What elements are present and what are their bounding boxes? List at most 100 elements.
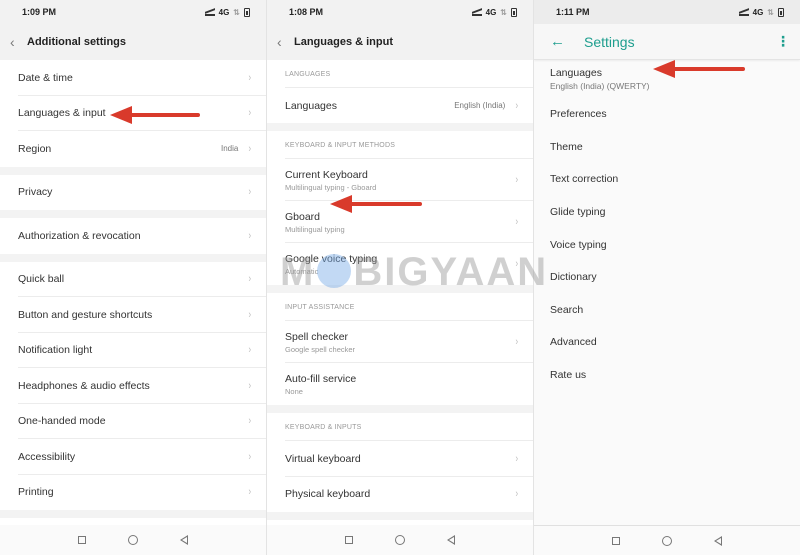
languages-value: English (India) — [454, 101, 506, 110]
list-item-accessibility[interactable]: Accessibility › — [0, 439, 266, 475]
status-bar: 1:09 PM 4G ⇅ — [0, 0, 266, 24]
battery-icon — [511, 7, 517, 17]
battery-icon — [244, 7, 250, 17]
chevron-right-icon: › — [248, 229, 252, 242]
list-item-button-gesture[interactable]: Button and gesture shortcuts › — [0, 297, 266, 333]
status-time: 1:09 PM — [22, 7, 57, 17]
divider — [0, 210, 266, 218]
languages-input-screen: 1:08 PM 4G ⇅ ‹ Languages & input LANGUAG… — [267, 0, 533, 555]
chevron-right-icon: › — [248, 415, 252, 428]
divider — [0, 510, 266, 518]
settings-list: LANGUAGES Languages English (India) › KEYB… — [267, 60, 533, 548]
region-value: India — [220, 144, 239, 154]
chevron-right-icon: › — [248, 186, 252, 199]
list-item-virtual-keyboard[interactable]: Virtual keyboard › — [267, 441, 533, 477]
list-item-advanced[interactable]: Advanced — [534, 326, 800, 359]
status-bar: 1:08 PM 4G ⇅ — [267, 0, 533, 24]
list-item-glide-typing[interactable]: Glide typing — [534, 196, 800, 229]
list-item-languages[interactable]: Languages English (India) › — [267, 88, 533, 123]
signal-icon — [204, 9, 215, 16]
chevron-right-icon: › — [248, 107, 252, 120]
status-time: 1:11 PM — [556, 7, 590, 17]
list-item-quick-ball[interactable]: Quick ball › — [0, 261, 266, 297]
signal-icon — [471, 9, 482, 16]
chevron-right-icon: › — [248, 308, 252, 321]
list-item-current-keyboard[interactable]: Current Keyboard Multilingual typing - Gb… — [267, 159, 533, 201]
recents-button[interactable] — [612, 536, 620, 545]
list-item-spell-checker[interactable]: Spell checker Google spell checker › — [267, 321, 533, 363]
chevron-right-icon: › — [248, 379, 252, 392]
settings-list: Languages English (India) (QWERTY) Prefer… — [534, 60, 800, 391]
nav-bar — [267, 525, 533, 555]
battery-icon — [778, 7, 784, 17]
list-item-region[interactable]: Region India › — [0, 131, 266, 167]
status-bar: 1:11 PM 4G ⇅ — [534, 0, 800, 24]
list-item-rate-us[interactable]: Rate us — [534, 359, 800, 392]
divider — [267, 405, 533, 413]
back-button[interactable] — [714, 535, 722, 546]
back-icon[interactable]: ‹ — [277, 34, 294, 50]
home-button[interactable] — [128, 535, 138, 545]
divider — [0, 166, 266, 175]
list-item-autofill[interactable]: Auto-fill service None — [267, 363, 533, 405]
app-bar: ← Settings ⋮ — [534, 24, 800, 60]
list-item-privacy[interactable]: Privacy › — [0, 174, 266, 210]
annotation-arrow-languages-input — [110, 106, 200, 124]
chevron-right-icon: › — [248, 142, 252, 155]
annotation-arrow-languages — [653, 60, 745, 78]
list-item-headphones[interactable]: Headphones & audio effects › — [0, 368, 266, 404]
list-item-physical-keyboard[interactable]: Physical keyboard › — [267, 476, 533, 512]
back-arrow-icon[interactable]: ← — [544, 33, 584, 50]
additional-settings-screen: 1:09 PM 4G ⇅ ‹ Additional settings Date … — [0, 0, 266, 555]
section-header-keyboard-inputs: KEYBOARD & INPUTS — [267, 413, 533, 441]
chevron-right-icon: › — [248, 273, 252, 286]
list-item-text-correction[interactable]: Text correction — [534, 163, 800, 196]
divider — [267, 512, 533, 520]
chevron-right-icon: › — [515, 99, 519, 112]
page-title: Languages & input — [294, 36, 393, 48]
app-bar: ‹ Additional settings — [0, 24, 266, 60]
data-arrows-icon: ⇅ — [767, 7, 774, 17]
signal-icon — [738, 9, 749, 16]
recents-button[interactable] — [78, 536, 86, 544]
list-item-preferences[interactable]: Preferences — [534, 98, 800, 131]
divider — [267, 123, 533, 131]
network-type: 4G — [485, 7, 497, 17]
back-button[interactable] — [180, 535, 188, 545]
list-item-date-time[interactable]: Date & time › — [0, 60, 266, 96]
section-header-input-assistance: INPUT ASSISTANCE — [267, 293, 533, 321]
data-arrows-icon: ⇅ — [500, 7, 507, 17]
home-button[interactable] — [395, 535, 405, 545]
gboard-settings-screen: 1:11 PM 4G ⇅ ← Settings ⋮ Languages Engli… — [534, 0, 800, 555]
back-icon[interactable]: ‹ — [10, 34, 27, 50]
nav-bar — [534, 525, 800, 555]
list-item-authorization[interactable]: Authorization & revocation › — [0, 218, 266, 254]
chevron-right-icon: › — [515, 336, 519, 348]
more-options-icon[interactable]: ⋮ — [776, 33, 800, 50]
annotation-arrow-gboard — [330, 195, 422, 213]
list-item-google-voice-typing[interactable]: Google voice typing Automatic › — [267, 243, 533, 285]
chevron-right-icon: › — [515, 258, 519, 270]
chevron-right-icon: › — [248, 71, 252, 84]
status-time: 1:08 PM — [289, 7, 324, 17]
list-item-notification-light[interactable]: Notification light › — [0, 332, 266, 368]
app-bar: ‹ Languages & input — [267, 24, 533, 60]
chevron-right-icon: › — [248, 344, 252, 357]
chevron-right-icon: › — [515, 488, 519, 501]
list-item-one-handed[interactable]: One-handed mode › — [0, 403, 266, 439]
back-button[interactable] — [447, 535, 455, 545]
page-title: Settings — [584, 33, 635, 50]
chevron-right-icon: › — [248, 486, 252, 499]
chevron-right-icon: › — [515, 174, 519, 186]
list-item-theme[interactable]: Theme — [534, 131, 800, 164]
list-item-dictionary[interactable]: Dictionary — [534, 261, 800, 294]
settings-list: Date & time › Languages & input › Region In… — [0, 60, 266, 554]
recents-button[interactable] — [345, 536, 353, 544]
home-button[interactable] — [662, 535, 672, 546]
data-arrows-icon: ⇅ — [233, 7, 240, 17]
chevron-right-icon: › — [515, 216, 519, 228]
list-item-printing[interactable]: Printing › — [0, 474, 266, 510]
network-type: 4G — [218, 7, 230, 17]
list-item-search[interactable]: Search — [534, 294, 800, 327]
list-item-voice-typing[interactable]: Voice typing — [534, 228, 800, 261]
